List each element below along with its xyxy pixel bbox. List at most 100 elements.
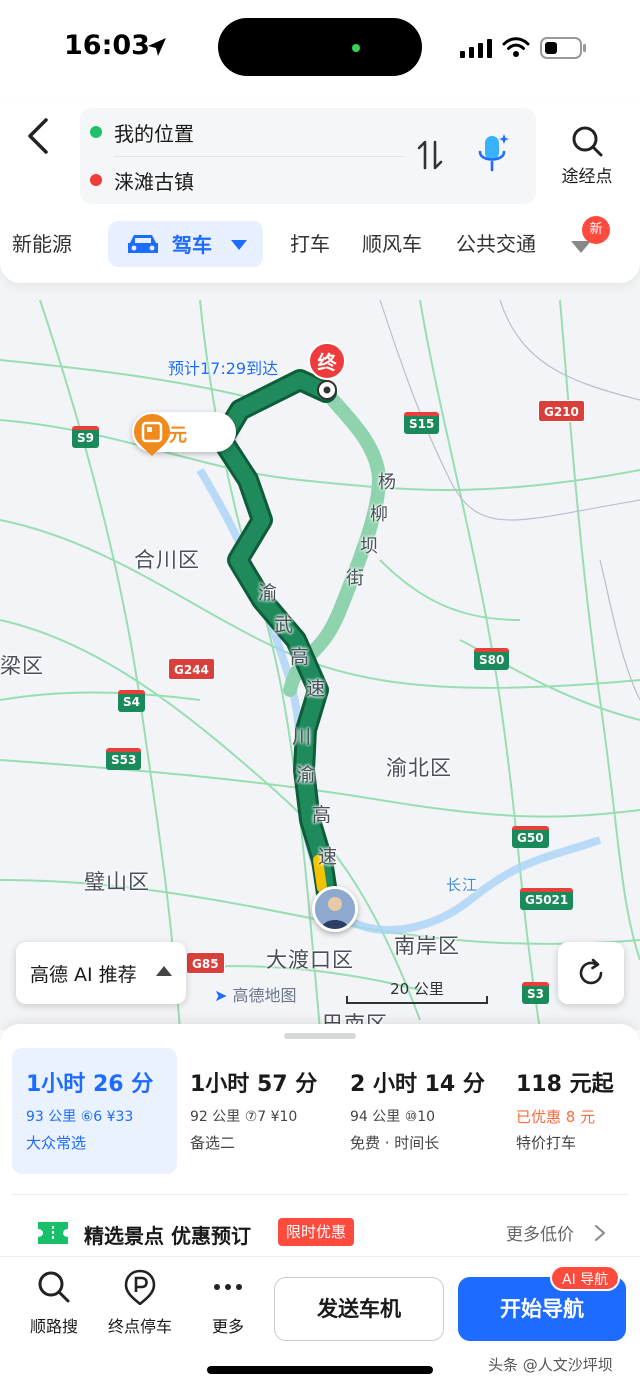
road-shield: G85 <box>186 952 225 974</box>
road-shield: G210 <box>538 400 585 422</box>
more-button[interactable]: 更多 <box>188 1269 268 1339</box>
destination-parking-button[interactable]: 终点停车 <box>100 1269 180 1339</box>
tool-label: 更多 <box>211 1317 244 1336</box>
road-label: 杨 <box>378 472 397 493</box>
district-yubei: 渝北区 <box>386 756 452 780</box>
ai-nav-badge: AI 导航 <box>550 1265 621 1291</box>
route-tag: 大众常选 <box>26 1134 87 1152</box>
district-liang: 梁区 <box>0 654 44 678</box>
route-tag: 免费 · 时间长 <box>350 1134 440 1152</box>
promo-more-link[interactable]: 更多低价 <box>506 1220 574 1245</box>
route-option-3[interactable]: 2 小时 14 分 94 公里 ⑩10 免费 · 时间长 <box>336 1048 498 1174</box>
more-dots-icon <box>214 1284 242 1290</box>
location-arrow-icon <box>148 38 166 56</box>
road-shield: S9 <box>72 426 99 448</box>
ticket-icon <box>38 1222 68 1244</box>
destination-text: 涞滩古镇 <box>114 170 194 194</box>
route-detail: 94 公里 ⑩10 <box>350 1109 436 1125</box>
swap-icon[interactable] <box>416 138 444 172</box>
refresh-button[interactable] <box>558 942 624 1004</box>
waypoint-label: 途经点 <box>561 167 613 187</box>
tool-label: 顺路搜 <box>29 1317 78 1336</box>
destination-dot-icon <box>317 380 337 400</box>
road-label: 武 <box>274 614 295 636</box>
tab-new-energy[interactable]: 新能源 <box>12 228 72 257</box>
route-duration: 2 小时 14 分 <box>350 1072 485 1097</box>
scale-line <box>346 996 488 1004</box>
taxi-discount: 已优惠 8 元 <box>516 1108 596 1126</box>
district-hechuan: 合川区 <box>134 548 200 572</box>
caret-up-icon <box>156 966 172 976</box>
sheet-drag-handle[interactable] <box>284 1033 356 1039</box>
tool-label: 终点停车 <box>107 1317 172 1336</box>
origin-dot-icon <box>90 126 102 138</box>
road-shield: S4 <box>118 690 145 712</box>
wifi-icon <box>502 37 530 57</box>
road-label: 街 <box>346 568 365 589</box>
route-duration: 1小时 26 分 <box>26 1072 154 1097</box>
road-label: 高 <box>290 646 311 668</box>
road-label: 坝 <box>360 536 379 557</box>
promo-badge: 限时优惠 <box>278 1218 355 1246</box>
ai-recommend-button[interactable]: 高德 AI 推荐 <box>16 942 186 1004</box>
destination-marker-label: 终 <box>308 342 346 380</box>
ai-recommend-label: 高德 AI 推荐 <box>30 964 137 986</box>
promo-banner[interactable]: 精选景点 优惠预订 限时优惠 更多低价 <box>0 1214 640 1258</box>
route-tag: 特价打车 <box>516 1134 577 1152</box>
river-label: 长江 <box>446 876 479 894</box>
route-duration: 1小时 57 分 <box>190 1072 318 1097</box>
district-nanan: 南岸区 <box>394 934 460 958</box>
dynamic-island <box>218 18 422 76</box>
voice-mic-icon[interactable] <box>476 132 510 176</box>
cellular-signal-icon <box>460 39 492 58</box>
toll-chip[interactable]: 33元 <box>132 412 236 456</box>
search-icon <box>572 126 603 157</box>
road-label: 柳 <box>370 504 389 525</box>
road-shield: S3 <box>522 982 549 1004</box>
district-dadukou: 大渡口区 <box>266 948 354 972</box>
taxi-option[interactable]: 118 元起 已优惠 8 元 特价打车 <box>502 1048 632 1174</box>
tab-public-transit[interactable]: 公共交通 <box>456 228 536 257</box>
clock: 16:03 <box>64 30 150 61</box>
origin-field[interactable]: 我的位置 <box>80 108 410 156</box>
road-label: 川 <box>292 726 313 748</box>
road-label: 渝 <box>258 582 279 604</box>
send-to-car-button[interactable]: 发送车机 <box>274 1277 444 1341</box>
home-indicator[interactable] <box>207 1366 433 1374</box>
road-shield: G244 <box>168 658 215 680</box>
tab-carpool[interactable]: 顺风车 <box>362 228 422 257</box>
destination-dot-icon <box>90 174 102 186</box>
scale-bar: 20 公里 <box>346 978 488 1004</box>
transport-mode-tabs: 新能源 驾车 打车 顺风车 公共交通 新 <box>0 216 640 268</box>
brand-arrow-icon: ➤ <box>214 986 228 1005</box>
current-location-avatar[interactable] <box>312 886 358 932</box>
tab-taxi[interactable]: 打车 <box>290 228 330 257</box>
road-shield: S15 <box>404 412 440 434</box>
more-modes-button[interactable]: 新 <box>566 216 614 264</box>
route-tag: 备选二 <box>190 1134 236 1152</box>
eta-label: 预计17:29到达 <box>168 359 279 378</box>
district-bishan: 璧山区 <box>84 870 150 894</box>
route-option-2[interactable]: 1小时 57 分 92 公里 ⑦7 ¥10 备选二 <box>176 1048 336 1174</box>
road-shield: G50 <box>512 826 549 848</box>
route-detail: 92 公里 ⑦7 ¥10 <box>190 1109 298 1125</box>
toll-station-icon <box>134 414 170 456</box>
route-detail: 93 公里 ⑥6 ¥33 <box>26 1109 134 1125</box>
back-arrow-icon[interactable] <box>22 116 58 156</box>
tab-drive[interactable]: 驾车 <box>108 221 263 267</box>
road-shield: G5021 <box>520 888 574 910</box>
new-badge: 新 <box>582 216 610 244</box>
destination-pin[interactable]: 终 <box>308 342 346 402</box>
avatar-icon <box>315 889 355 929</box>
destination-field[interactable]: 涞滩古镇 <box>80 156 410 204</box>
road-label: 高 <box>312 804 333 826</box>
route-option-1[interactable]: 1小时 26 分 93 公里 ⑥6 ¥33 大众常选 <box>12 1048 177 1174</box>
battery-icon <box>540 37 586 59</box>
road-shield: S80 <box>474 648 510 670</box>
status-bar: 16:03 <box>0 0 640 100</box>
waypoint-button[interactable]: 途经点 <box>552 124 622 188</box>
search-icon <box>38 1271 70 1303</box>
brand-name: 高德地图 <box>232 986 297 1005</box>
chevron-right-icon <box>595 1225 605 1241</box>
search-along-route-button[interactable]: 顺路搜 <box>14 1269 94 1339</box>
